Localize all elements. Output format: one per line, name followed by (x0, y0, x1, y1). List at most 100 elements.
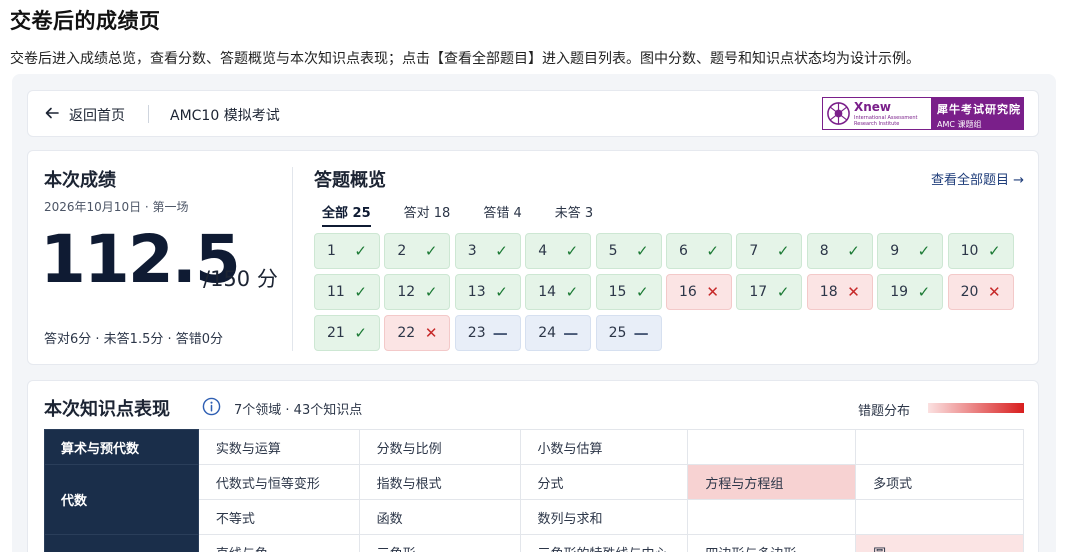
knowledge-summary: 7个领域 · 43个知识点 (234, 403, 363, 418)
top-bar: 返回首页 AMC10 模拟考试 Xnew International Asses… (27, 90, 1039, 137)
knowledge-point-cell[interactable]: 指数与根式 (358, 464, 521, 500)
dash-icon: — (492, 324, 508, 342)
score-total: /150 分 (203, 267, 278, 291)
dash-icon: — (563, 324, 579, 342)
question-cell[interactable]: 2 ✓ (384, 233, 451, 269)
page-description: 交卷后进入成绩总览，查看分数、答题概览与本次知识点表现；点击【查看全部题目】进入… (10, 51, 920, 67)
tab-unanswered[interactable]: 未答 3 (555, 202, 593, 227)
back-arrow-icon[interactable] (44, 105, 60, 121)
question-cell[interactable]: 6 ✓ (666, 233, 732, 269)
question-cell[interactable]: 15 ✓ (595, 274, 662, 310)
question-cell[interactable]: 17 ✓ (736, 274, 803, 310)
question-cell[interactable]: 3 ✓ (454, 233, 521, 269)
info-icon[interactable] (202, 397, 221, 416)
domain-cell: 代数 (44, 464, 199, 535)
brand-logo: Xnew International Assessment Research I… (822, 97, 1024, 130)
score-card: 本次成绩 2026年10月10日 · 第一场 112.5 /150 分 答对6分… (27, 150, 1039, 365)
question-cell[interactable]: 19 ✓ (877, 274, 944, 310)
knowledge-point-cell[interactable]: 三角形 (358, 534, 521, 552)
question-cell[interactable]: 25 — (595, 315, 662, 351)
overview-tabs: 全部 25 答对 18 答错 4 未答 3 (322, 202, 626, 227)
tab-wrong[interactable]: 答错 4 (483, 202, 521, 227)
tab-correct[interactable]: 答对 18 (404, 202, 451, 227)
question-number: 15 (608, 284, 627, 300)
question-cell[interactable]: 18 ✕ (806, 274, 873, 310)
knowledge-point-cell[interactable]: 直线与角 (197, 534, 360, 552)
question-cell[interactable]: 21 ✓ (314, 315, 380, 351)
question-cell[interactable]: 24 — (525, 315, 592, 351)
question-cell[interactable]: 8 ✓ (806, 233, 873, 269)
question-number: 11 (327, 284, 345, 300)
question-number: 10 (960, 243, 979, 259)
knowledge-point-cell[interactable]: 分式 (519, 464, 689, 500)
divider (148, 105, 149, 123)
knowledge-point-cell[interactable]: 圆 (855, 534, 1024, 552)
knowledge-point-cell[interactable]: 四边形与多边形 (687, 534, 857, 552)
knowledge-point-cell[interactable]: 函数 (358, 499, 521, 535)
question-cell[interactable]: 1 ✓ (314, 233, 380, 269)
brand-cn-name: 犀牛考试研究院 (937, 103, 1021, 116)
table-row: 算术与预代数 实数与运算 分数与比例 小数与估算 (44, 429, 1024, 465)
knowledge-point-cell[interactable]: 分数与比例 (358, 429, 521, 465)
question-cell[interactable]: 23 — (454, 315, 521, 351)
question-cell[interactable]: 11 ✓ (314, 274, 380, 310)
question-number: 12 (397, 284, 416, 300)
knowledge-title: 本次知识点表现 (44, 399, 170, 420)
check-icon: ✓ (776, 242, 790, 260)
question-cell[interactable]: 5 ✓ (595, 233, 662, 269)
question-number: 13 (467, 284, 486, 300)
cross-icon: ✕ (847, 283, 860, 301)
question-cell[interactable]: 16 ✕ (666, 274, 732, 310)
domain-cell: 算术与预代数 (44, 429, 199, 465)
question-number: 2 (397, 243, 407, 259)
question-cell[interactable]: 4 ✓ (525, 233, 592, 269)
brand-name: Xnew (854, 100, 892, 114)
question-cell[interactable]: 13 ✓ (454, 274, 521, 310)
table-row: 直线与角三角形三角形的特殊线与中心四边形与多边形圆 (44, 534, 1024, 552)
back-home-link[interactable]: 返回首页 (69, 105, 125, 125)
check-icon: ✓ (354, 242, 367, 260)
knowledge-point-cell[interactable]: 实数与运算 (197, 429, 360, 465)
knowledge-table: 算术与预代数 实数与运算 分数与比例 小数与估算 代数 代数式与恒等变形 指数与根式 分式 方程… (44, 429, 1024, 552)
knowledge-point-cell[interactable]: 不等式 (197, 499, 360, 535)
question-cell[interactable]: 9 ✓ (877, 233, 944, 269)
knowledge-point-cell (855, 429, 1024, 465)
check-icon: ✓ (847, 242, 860, 260)
question-number: 25 (608, 325, 627, 341)
question-number: 20 (960, 284, 979, 300)
check-icon: ✓ (636, 242, 649, 260)
legend-gradient-bar (928, 403, 1024, 413)
question-number: 23 (467, 325, 486, 341)
knowledge-point-cell[interactable]: 方程与方程组 (687, 464, 857, 500)
score-title: 本次成绩 (44, 170, 116, 191)
question-number: 7 (749, 243, 759, 259)
question-cell[interactable]: 20 ✕ (947, 274, 1014, 310)
knowledge-point-cell[interactable]: 小数与估算 (519, 429, 689, 465)
question-cell[interactable]: 12 ✓ (384, 274, 451, 310)
dash-icon: — (633, 324, 649, 342)
check-icon: ✓ (495, 283, 508, 301)
tab-all[interactable]: 全部 25 (322, 202, 371, 227)
knowledge-point-cell[interactable]: 代数式与恒等变形 (197, 464, 360, 500)
question-number: 17 (749, 284, 768, 300)
check-icon: ✓ (917, 242, 931, 260)
question-number: 18 (819, 284, 838, 300)
question-cell[interactable]: 10 ✓ (947, 233, 1014, 269)
knowledge-point-cell[interactable]: 数列与求和 (519, 499, 689, 535)
domain-cell (44, 534, 199, 552)
question-number: 6 (679, 243, 688, 259)
question-number: 19 (890, 284, 909, 300)
question-number: 21 (327, 325, 345, 341)
knowledge-point-cell[interactable]: 三角形的特殊线与中心 (519, 534, 689, 552)
question-cell[interactable]: 22 ✕ (384, 315, 451, 351)
check-icon: ✓ (988, 242, 1001, 260)
view-all-questions-link[interactable]: 查看全部题目 → (931, 169, 1024, 188)
question-number: 9 (890, 243, 900, 259)
question-cell[interactable]: 14 ✓ (525, 274, 592, 310)
knowledge-point-cell[interactable]: 多项式 (855, 464, 1024, 500)
question-cell[interactable]: 7 ✓ (736, 233, 803, 269)
question-number: 16 (679, 284, 697, 300)
check-icon: ✓ (636, 283, 649, 301)
question-number: 14 (538, 284, 557, 300)
exam-date: 2026年10月10日 · 第一场 (44, 200, 189, 214)
